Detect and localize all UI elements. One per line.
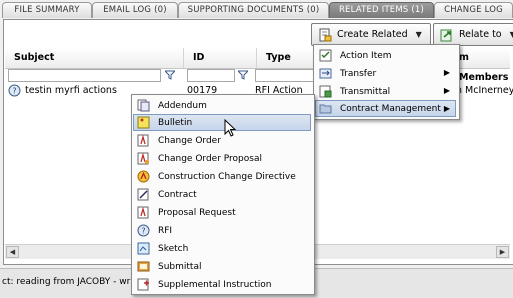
relate-to-button[interactable]: Relate to ▼ (433, 23, 513, 46)
svg-text:?: ? (141, 227, 145, 236)
submenu-arrow-icon: ▶ (443, 86, 450, 95)
tab-email-log[interactable]: EMAIL LOG (0) (92, 2, 178, 18)
rfi-action-icon: ? (8, 84, 21, 97)
row-member: n McInerney (456, 85, 513, 96)
filter-icon[interactable] (238, 70, 248, 80)
menu-item-construction-change-directive[interactable]: Construction Change Directive (134, 168, 310, 185)
menu-item-label: Transfer (340, 68, 377, 79)
scroll-right-icon[interactable]: ▶ (496, 246, 509, 258)
menu-item-label: Contract (158, 189, 197, 200)
supplemental-instruction-icon (137, 278, 149, 291)
rfi-icon: ? (137, 224, 150, 237)
submenu-arrow-icon: ▶ (443, 68, 450, 77)
menu-item-addendum[interactable]: Addendum (134, 97, 310, 114)
ccd-icon (137, 170, 150, 183)
menu-item-label: Proposal Request (158, 207, 236, 218)
tab-file-summary[interactable]: FILE SUMMARY (2, 2, 92, 18)
scroll-left-icon[interactable]: ◀ (6, 246, 19, 258)
menu-item-action-item[interactable]: Action Item (316, 47, 455, 64)
menu-item-change-order-proposal[interactable]: Change Order Proposal (134, 150, 310, 167)
type-filter-input[interactable] (255, 69, 315, 82)
menu-item-label: RFI (158, 225, 173, 236)
filter-icon[interactable] (165, 70, 175, 80)
tab-related-items[interactable]: RELATED ITEMS (1) (329, 2, 434, 18)
chevron-down-icon: ▼ (509, 30, 513, 39)
menu-item-label: Construction Change Directive (158, 171, 296, 182)
change-order-icon (137, 134, 149, 147)
mouse-cursor-icon (224, 119, 237, 137)
menu-item-contract[interactable]: Contract (134, 186, 310, 203)
bulletin-icon (137, 116, 150, 129)
id-filter-input[interactable] (187, 69, 235, 82)
folder-icon (319, 104, 332, 114)
relate-to-icon (440, 29, 452, 41)
create-related-menu: Action Item Transfer ▶ Transmittal ▶ Con… (313, 44, 460, 120)
menu-item-transfer[interactable]: Transfer ▶ (316, 65, 455, 82)
menu-item-submittal[interactable]: Submittal (134, 258, 310, 275)
row-subject[interactable]: testin myrfi actions (25, 85, 117, 96)
contract-management-submenu: Addendum Bulletin Change Order Change Or… (131, 94, 315, 295)
tab-supporting-documents[interactable]: SUPPORTING DOCUMENTS (0) (178, 2, 329, 18)
menu-item-label: Change Order Proposal (158, 153, 262, 164)
menu-item-label: Submittal (158, 261, 202, 272)
action-item-icon (319, 49, 332, 62)
contract-icon (137, 188, 149, 201)
proposal-request-icon (137, 206, 149, 219)
chevron-down-icon: ▼ (415, 30, 422, 39)
sketch-icon (137, 242, 150, 255)
menu-item-label: Change Order (158, 135, 221, 146)
menu-item-label: Supplemental Instruction (158, 279, 272, 290)
change-order-proposal-icon (137, 152, 149, 165)
menu-item-label: Transmittal (340, 86, 391, 97)
menu-item-contract-management[interactable]: Contract Management ▶ (315, 100, 456, 117)
create-related-icon (319, 28, 332, 41)
submittal-icon (137, 261, 150, 272)
addendum-icon (137, 99, 150, 112)
menu-item-change-order[interactable]: Change Order (134, 132, 310, 149)
column-header-id[interactable]: ID (184, 48, 257, 68)
menu-item-rfi[interactable]: ? RFI (134, 222, 310, 239)
menu-item-bulletin[interactable]: Bulletin (133, 114, 311, 131)
transfer-icon (319, 68, 332, 79)
subject-filter-input[interactable] (8, 69, 161, 82)
tab-change-log[interactable]: CHANGE LOG (434, 2, 513, 18)
menu-item-label: Sketch (158, 243, 189, 254)
menu-item-sketch[interactable]: Sketch (134, 240, 310, 257)
create-related-label: Create Related (337, 29, 408, 40)
menu-item-label: Contract Management (340, 103, 441, 114)
column-header-subject[interactable]: Subject (5, 48, 184, 68)
menu-item-label: Bulletin (158, 117, 193, 128)
menu-item-proposal-request[interactable]: Proposal Request (134, 204, 310, 221)
transmittal-icon (319, 85, 332, 98)
submenu-arrow-icon: ▶ (443, 104, 450, 113)
relate-to-label: Relate to (459, 29, 502, 40)
svg-text:?: ? (12, 87, 16, 96)
menu-item-supplemental-instruction[interactable]: Supplemental Instruction (134, 276, 310, 293)
menu-item-transmittal[interactable]: Transmittal ▶ (316, 83, 455, 100)
create-related-button[interactable]: Create Related ▼ (311, 23, 431, 46)
menu-item-label: Addendum (158, 100, 207, 111)
menu-item-label: Action Item (340, 50, 392, 61)
tab-strip: FILE SUMMARY EMAIL LOG (0) SUPPORTING DO… (0, 0, 513, 19)
